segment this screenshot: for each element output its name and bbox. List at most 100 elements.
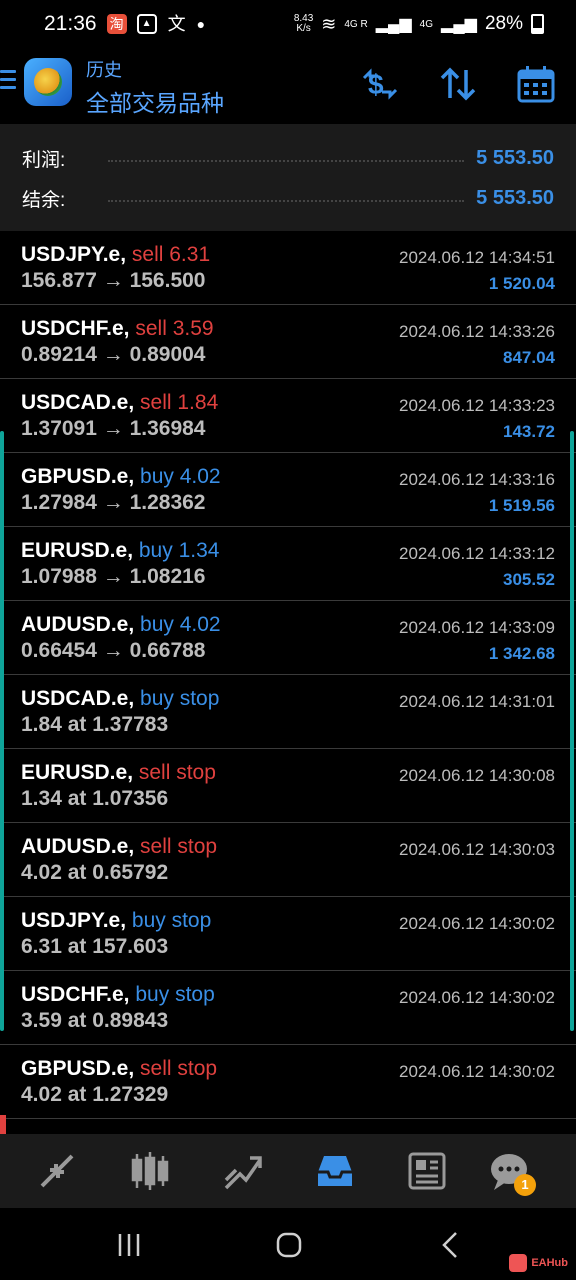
row-action: sell 3.59 [135, 317, 214, 340]
row-time: 2024.06.12 14:30:02 [399, 914, 555, 933]
row-action: buy stop [135, 983, 215, 1006]
chart-icon [131, 1152, 169, 1190]
history-row[interactable]: USDJPY.e, buy stop 6.31 at 157.603 2024.… [0, 897, 576, 971]
history-row[interactable]: USDCAD.e, sell 1.84 1.37091 → 1.36984 20… [0, 379, 576, 453]
row-profit: 305.52 [503, 570, 555, 589]
row-time: 2024.06.12 14:30:03 [399, 840, 555, 859]
network-4g-label: 4G [419, 18, 434, 30]
network-4g-r-label: 4G R [344, 18, 368, 30]
row-prices: 156.877 → 156.500 [21, 269, 206, 292]
row-action: buy stop [140, 687, 220, 710]
status-bar: 21:36 淘 ▲ 文 ● 8.43 K/s ≋ 4G R ▂▄▆ 4G ▂▄▆ … [0, 0, 576, 48]
row-action: buy 4.02 [140, 465, 221, 488]
recent-apps-icon [118, 1234, 140, 1256]
nav-chat[interactable]: 1 [488, 1150, 536, 1196]
home-icon [276, 1232, 302, 1258]
dollar-swap-icon: $ [362, 68, 398, 100]
row-time: 2024.06.12 14:33:26 [399, 322, 555, 341]
back-button[interactable] [436, 1230, 466, 1260]
watermark: EAHub [509, 1254, 568, 1272]
battery-icon [531, 14, 544, 34]
history-row[interactable]: USDJPY.e, sell 6.31 156.877 → 156.500 20… [0, 231, 576, 305]
sort-button[interactable] [438, 64, 478, 104]
back-icon [442, 1232, 457, 1258]
row-prices: 1.34 at 1.07356 [21, 787, 169, 810]
balance-value: 5 553.50 [476, 186, 554, 209]
home-button[interactable] [274, 1230, 304, 1260]
watermark-logo-icon [509, 1254, 528, 1272]
profit-label: 利润: [22, 149, 66, 171]
summary-panel: 利润: 5 553.50 结余: 5 553.50 [0, 124, 576, 231]
row-prices: 0.66454 → 0.66788 [21, 639, 206, 662]
row-time: 2024.06.12 14:30:02 [399, 988, 555, 1007]
row-time: 2024.06.12 14:30:08 [399, 766, 555, 785]
row-time: 2024.06.12 14:33:12 [399, 544, 555, 563]
scroll-edge-left [0, 431, 4, 1031]
row-symbol: USDCAD.e, [21, 391, 135, 414]
quotes-icon [40, 1154, 74, 1188]
row-profit: 1 520.04 [488, 274, 555, 293]
app-logo[interactable] [24, 58, 72, 106]
row-symbol: USDJPY.e, [21, 243, 127, 266]
row-action: sell stop [140, 1057, 218, 1080]
balance-summary: 结余: 5 553.50 [22, 183, 554, 213]
balance-label: 结余: [22, 189, 66, 211]
row-action: sell stop [140, 835, 218, 858]
row-prices: 3.59 at 0.89843 [21, 1009, 169, 1032]
row-time: 2024.06.12 14:30:02 [399, 1062, 555, 1081]
recent-apps-button[interactable] [114, 1230, 144, 1260]
row-profit: 847.04 [503, 348, 555, 367]
profit-value: 5 553.50 [476, 146, 554, 169]
row-profit: 1 519.56 [488, 496, 555, 515]
row-prices: 1.84 at 1.37783 [21, 713, 169, 736]
more-notifications-dot-icon: ● [196, 16, 206, 32]
signal-icon: ▂▄▆ [375, 16, 412, 33]
row-action: buy stop [131, 909, 212, 932]
currency-sort-button[interactable]: $ [360, 64, 400, 104]
chat-badge: 1 [514, 1174, 536, 1196]
calendar-button[interactable] [516, 64, 556, 104]
nav-quotes[interactable] [36, 1150, 78, 1192]
header-title[interactable]: 全部交易品种 [86, 84, 224, 118]
translate-notification-icon: 文 [167, 14, 186, 34]
row-time: 2024.06.12 14:33:23 [399, 396, 555, 415]
history-row[interactable]: EURUSD.e, sell stop 1.34 at 1.07356 2024… [0, 749, 576, 823]
nav-history[interactable] [314, 1150, 356, 1192]
row-time: 2024.06.12 14:33:09 [399, 618, 555, 637]
scroll-edge-right [570, 431, 574, 1031]
nav-news[interactable] [406, 1150, 448, 1192]
nav-chart[interactable] [129, 1150, 171, 1192]
watermark-text: EAHub [531, 1257, 568, 1269]
history-row[interactable]: GBPUSD.e, buy 4.02 1.27984 → 1.28362 202… [0, 453, 576, 527]
wifi-icon: ≋ [321, 13, 337, 34]
history-row[interactable]: GBPUSD.e, sell stop 4.02 at 1.27329 2024… [0, 1045, 576, 1119]
history-row[interactable]: EURUSD.e, buy 1.34 1.07988 → 1.08216 202… [0, 527, 576, 601]
row-action: buy 1.34 [138, 539, 220, 562]
header-subtitle: 历史 [86, 60, 122, 80]
app-header: 历史 全部交易品种 $ [0, 48, 576, 124]
sort-arrows-icon [440, 67, 476, 101]
signal-2-icon: ▂▄▆ [441, 16, 477, 33]
row-symbol: AUDUSD.e, [21, 613, 135, 636]
row-symbol: GBPUSD.e, [21, 465, 135, 488]
row-symbol: USDCAD.e, [21, 687, 135, 710]
history-row[interactable]: AUDUSD.e, sell stop 4.02 at 0.65792 2024… [0, 823, 576, 897]
history-row[interactable]: USDCHF.e, sell 3.59 0.89214 → 0.89004 20… [0, 305, 576, 379]
row-time: 2024.06.12 14:31:01 [399, 692, 555, 711]
partial-row-indicator [0, 1115, 6, 1134]
nav-trade[interactable] [222, 1150, 264, 1192]
history-row[interactable]: USDCAD.e, buy stop 1.84 at 1.37783 2024.… [0, 675, 576, 749]
history-list[interactable]: USDJPY.e, sell 6.31 156.877 → 156.500 20… [0, 231, 576, 1134]
taobao-notification-icon: 淘 [106, 14, 127, 34]
net-speed: 8.43 K/s [293, 13, 314, 34]
row-action: sell stop [138, 761, 216, 784]
news-icon [408, 1152, 446, 1190]
history-row[interactable]: AUDUSD.e, buy 4.02 0.66454 → 0.66788 202… [0, 601, 576, 675]
row-action: sell 6.31 [131, 243, 211, 266]
row-symbol: USDCHF.e, [21, 317, 130, 340]
history-row[interactable]: USDCHF.e, buy stop 3.59 at 0.89843 2024.… [0, 971, 576, 1045]
row-prices: 4.02 at 1.27329 [21, 1083, 169, 1106]
row-profit: 1 342.68 [488, 644, 555, 663]
row-symbol: EURUSD.e, [21, 761, 134, 784]
menu-icon[interactable] [0, 70, 16, 90]
